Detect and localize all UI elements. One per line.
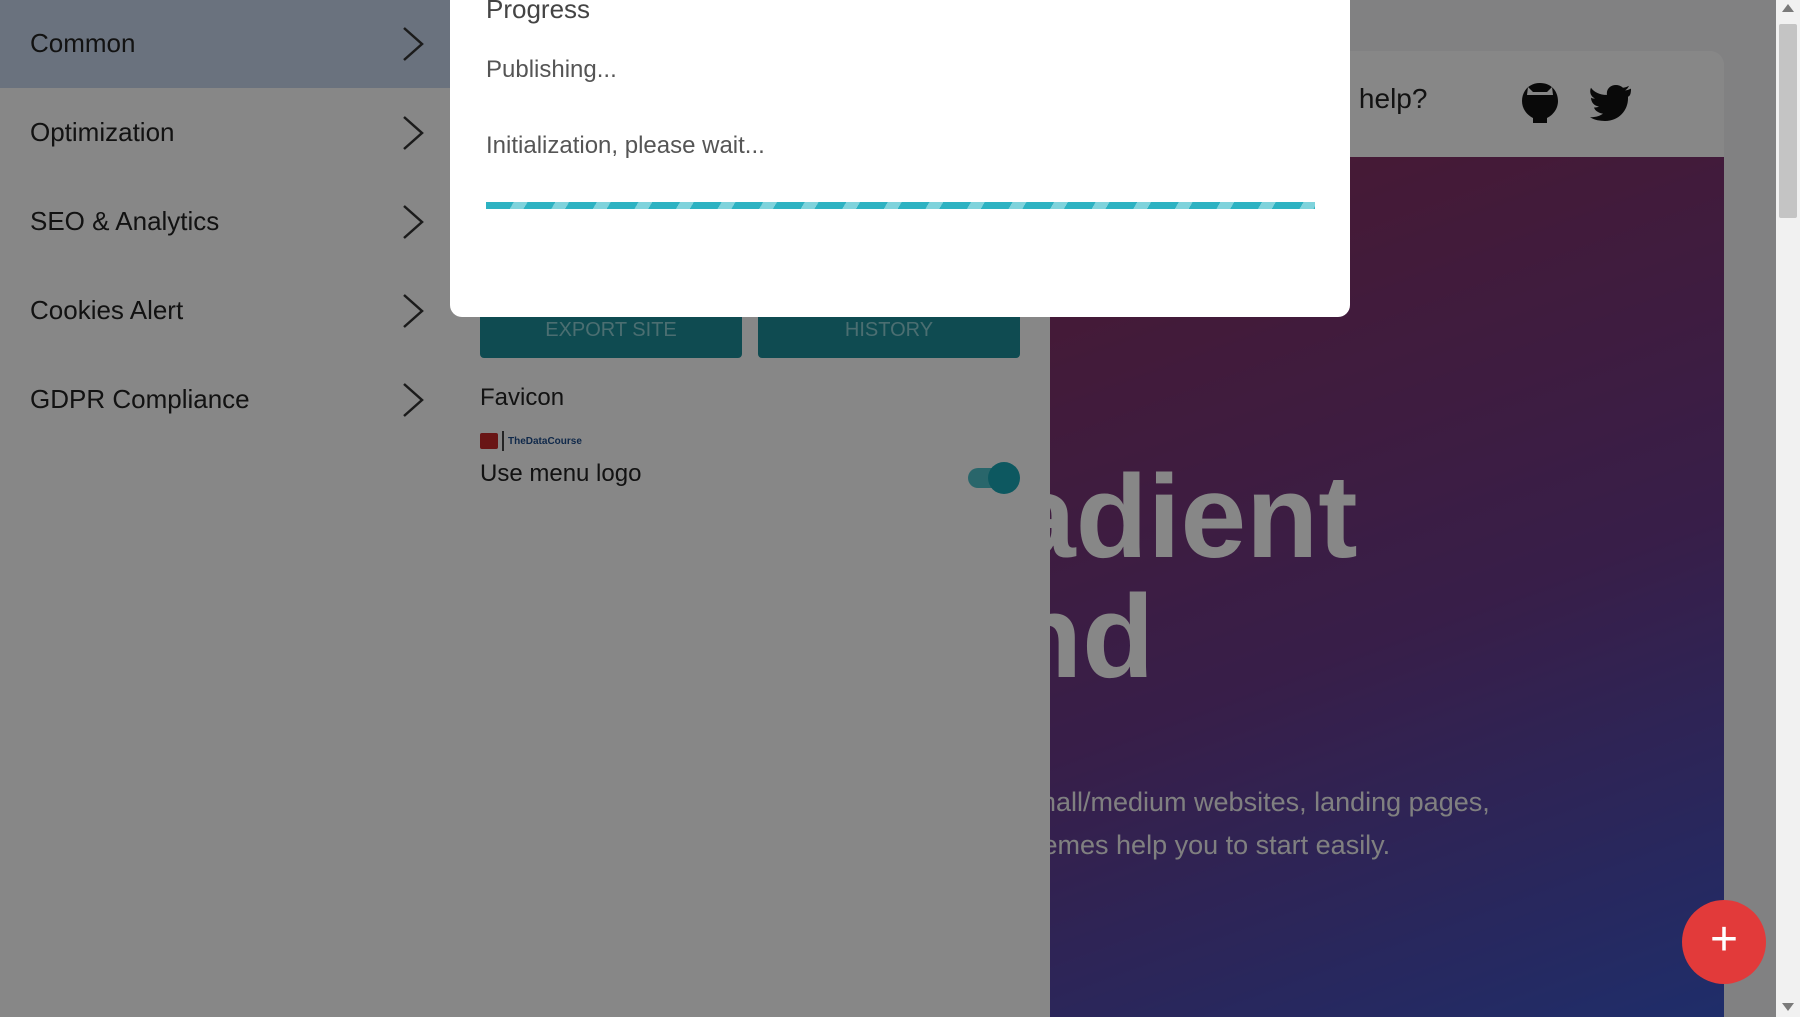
add-block-button[interactable]: + — [1682, 900, 1766, 984]
progress-bar — [486, 202, 1315, 209]
dialog-message: Initialization, please wait... — [486, 132, 765, 159]
scrollbar-thumb[interactable] — [1779, 24, 1797, 218]
scroll-down-arrow-icon[interactable] — [1782, 1003, 1794, 1011]
dialog-title: Progress — [486, 0, 591, 24]
page-scrollbar[interactable] — [1776, 0, 1800, 1017]
progress-dialog: Progress Publishing... Initialization, p… — [450, 0, 1350, 317]
scroll-up-arrow-icon[interactable] — [1782, 4, 1794, 12]
progress-bar-fill — [486, 202, 1315, 209]
dialog-status: Publishing... — [486, 56, 617, 83]
